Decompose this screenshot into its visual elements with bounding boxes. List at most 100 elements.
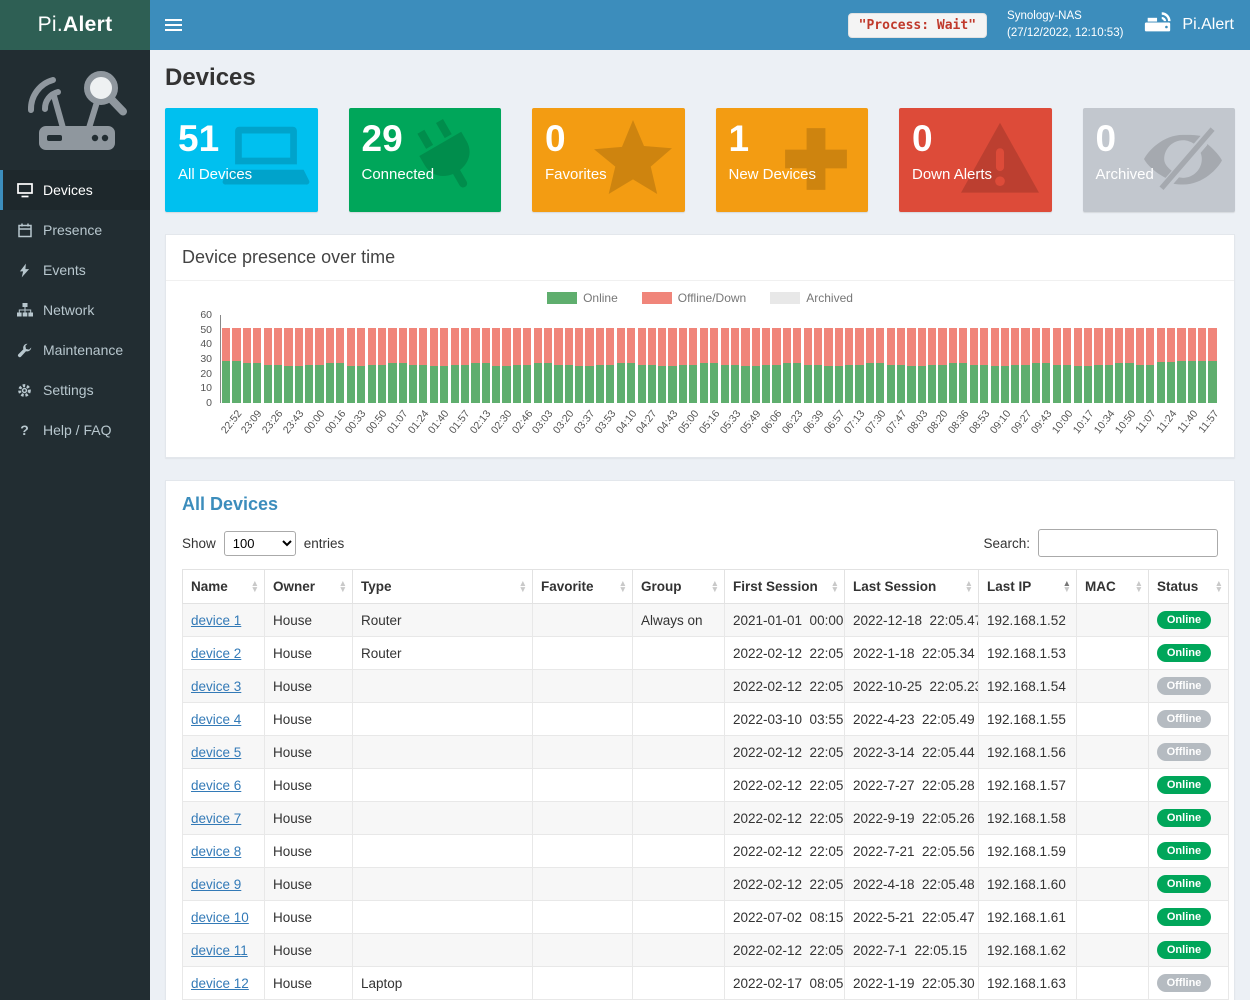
infobox-all-devices[interactable]: 51All Devices — [165, 108, 318, 212]
sidebar-item-maintenance[interactable]: Maintenance — [0, 330, 150, 370]
device-link[interactable]: device 5 — [191, 745, 241, 760]
cell-last-ip: 192.168.1.54 — [979, 670, 1077, 703]
app-logo-pi: Pi. — [38, 13, 63, 37]
cell-favorite — [533, 769, 633, 802]
chart-bar — [368, 328, 376, 403]
sidebar-item-settings[interactable]: Settings — [0, 370, 150, 410]
chart-bar-group — [1010, 315, 1031, 403]
cell-owner: House — [265, 703, 353, 736]
cell-owner: House — [265, 967, 353, 1000]
x-tick-label: 09:43 — [1029, 408, 1055, 436]
app-logo[interactable]: Pi.Alert — [0, 0, 150, 50]
cell-status: Online — [1149, 769, 1229, 802]
x-tick-label: 08:53 — [967, 408, 993, 436]
table-row: device 9House2022-02-12 22:052022-4-18 2… — [183, 868, 1229, 901]
chart-legend: Online Offline/Down Archived — [182, 291, 1218, 305]
column-header-last-ip[interactable]: Last IP▲▼ — [979, 570, 1077, 604]
chart-bar-group — [242, 315, 263, 403]
cell-type — [353, 868, 533, 901]
device-link[interactable]: device 3 — [191, 679, 241, 694]
device-link[interactable]: device 8 — [191, 844, 241, 859]
cell-last-ip: 192.168.1.55 — [979, 703, 1077, 736]
infobox-new-devices[interactable]: 1New Devices — [716, 108, 869, 212]
x-tick-label: 00:33 — [343, 408, 369, 436]
device-link[interactable]: device 2 — [191, 646, 241, 661]
chart-bar — [409, 328, 417, 403]
cell-last-session: 2022-7-27 22:05.28 — [845, 769, 979, 802]
sort-icon: ▲▼ — [619, 580, 627, 594]
chart-bar — [970, 328, 978, 403]
chart-bar — [1084, 328, 1092, 403]
cell-first-session: 2022-07-02 08:15 — [725, 901, 845, 934]
device-link[interactable]: device 11 — [191, 943, 248, 958]
sort-icon: ▲▼ — [831, 580, 839, 594]
sidebar-item-events[interactable]: Events — [0, 250, 150, 290]
column-header-favorite[interactable]: Favorite▲▼ — [533, 570, 633, 604]
x-tick-label: 00:00 — [302, 408, 328, 436]
chart-bar — [606, 328, 614, 403]
chart-bar — [689, 328, 697, 403]
cell-mac — [1077, 934, 1149, 967]
cell-group — [633, 637, 725, 670]
entries-select[interactable]: 100 — [224, 531, 296, 556]
cell-last-session: 2022-12-18 22:05.47 — [845, 604, 979, 637]
chart-bar — [305, 328, 313, 403]
cell-owner: House — [265, 604, 353, 637]
sidebar-toggle-icon[interactable] — [150, 0, 196, 50]
chart-bar — [928, 328, 936, 403]
device-link[interactable]: device 10 — [191, 910, 249, 925]
infobox-label: Archived — [1096, 166, 1223, 183]
column-header-last-session[interactable]: Last Session▲▼ — [845, 570, 979, 604]
sidebar-item-devices[interactable]: Devices — [0, 170, 150, 210]
chart-bar-group — [325, 315, 346, 403]
sidebar-item-presence[interactable]: Presence — [0, 210, 150, 250]
column-header-group[interactable]: Group▲▼ — [633, 570, 725, 604]
chart-bar — [347, 328, 355, 403]
cell-first-session: 2022-02-12 22:05 — [725, 637, 845, 670]
device-link[interactable]: device 9 — [191, 877, 241, 892]
legend-item-archived[interactable]: Archived — [770, 291, 853, 305]
sidebar-item-network[interactable]: Network — [0, 290, 150, 330]
infobox-archived[interactable]: 0Archived — [1083, 108, 1236, 212]
column-header-status[interactable]: Status▲▼ — [1149, 570, 1229, 604]
legend-item-online[interactable]: Online — [547, 291, 618, 305]
column-header-name[interactable]: Name▲▼ — [183, 570, 265, 604]
infobox-down-alerts[interactable]: 0Down Alerts — [899, 108, 1052, 212]
cell-favorite — [533, 637, 633, 670]
sidebar-item-label: Network — [43, 302, 94, 318]
device-link[interactable]: device 4 — [191, 712, 241, 727]
cell-status: Offline — [1149, 703, 1229, 736]
nas-info: Synology-NAS (27/12/2022, 12:10:53) — [1007, 8, 1123, 41]
search-input[interactable] — [1038, 529, 1218, 557]
legend-swatch — [770, 292, 800, 304]
cell-mac — [1077, 736, 1149, 769]
chart-bar — [471, 328, 479, 403]
table-row: device 6House2022-02-12 22:052022-7-27 2… — [183, 769, 1229, 802]
chart-bar — [1157, 328, 1165, 403]
chart-bar — [482, 328, 490, 403]
infobox-connected[interactable]: 29Connected — [349, 108, 502, 212]
device-link[interactable]: device 6 — [191, 778, 241, 793]
brand-label: Pi.Alert — [1182, 16, 1234, 34]
sidebar-item-help-faq[interactable]: ?Help / FAQ — [0, 410, 150, 450]
events-icon — [16, 263, 33, 278]
chart-x-axis: 22:5223:0923:2623:4300:0000:1600:3300:50… — [220, 403, 1218, 451]
status-badge: Online — [1157, 776, 1211, 794]
legend-item-offline-down[interactable]: Offline/Down — [642, 291, 746, 305]
device-link[interactable]: device 12 — [191, 976, 249, 991]
device-link[interactable]: device 7 — [191, 811, 241, 826]
chart-bar-group — [1093, 315, 1114, 403]
y-tick-label: 10 — [186, 382, 212, 394]
x-tick-label: 23:43 — [281, 408, 307, 436]
column-header-owner[interactable]: Owner▲▼ — [265, 570, 353, 604]
device-link[interactable]: device 1 — [191, 613, 241, 628]
infobox-favorites[interactable]: 0Favorites — [532, 108, 685, 212]
column-header-first-session[interactable]: First Session▲▼ — [725, 570, 845, 604]
column-header-type[interactable]: Type▲▼ — [353, 570, 533, 604]
cell-first-session: 2022-02-12 22:05 — [725, 835, 845, 868]
cell-type — [353, 835, 533, 868]
nas-timestamp: (27/12/2022, 12:10:53) — [1007, 25, 1123, 42]
column-header-mac[interactable]: MAC▲▼ — [1077, 570, 1149, 604]
chart-bar-group — [616, 315, 637, 403]
brand-link[interactable]: Pi.Alert — [1143, 11, 1234, 39]
